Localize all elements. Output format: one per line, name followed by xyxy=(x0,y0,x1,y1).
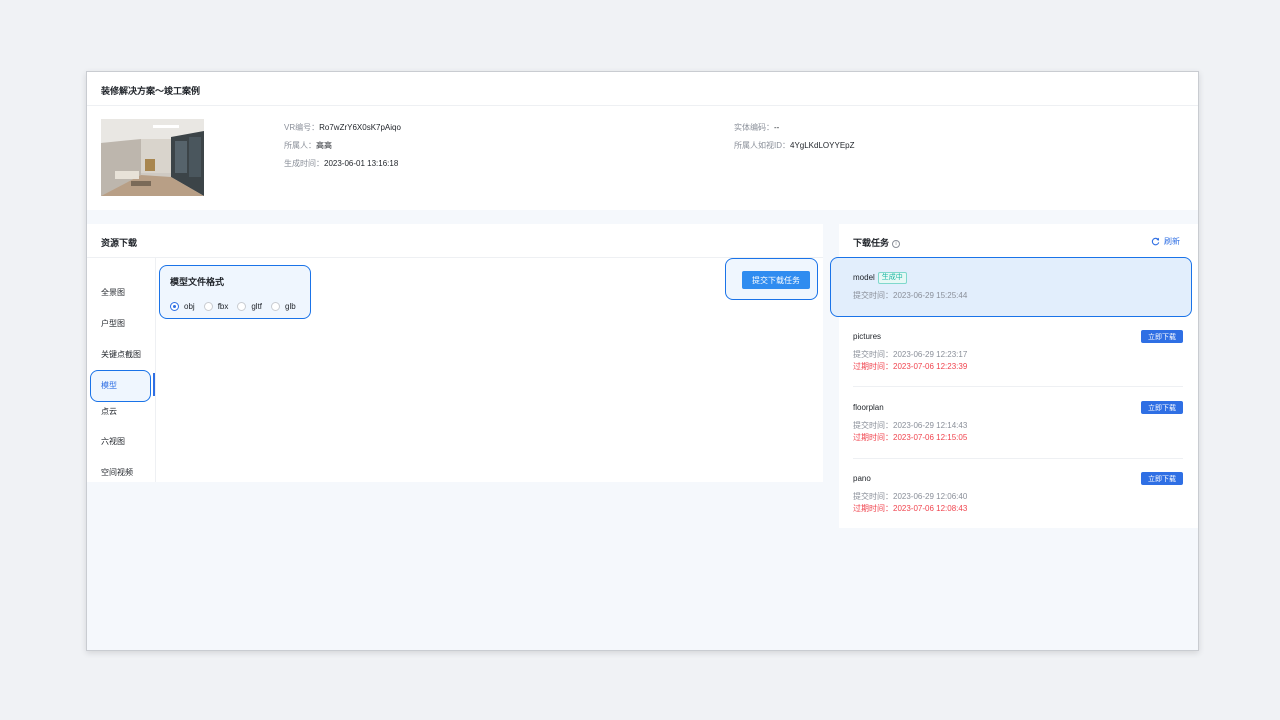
resource-download-title: 资源下载 xyxy=(101,238,138,248)
entity-code-value: -- xyxy=(774,123,780,132)
download-now-button[interactable]: 立即下载 xyxy=(1141,472,1183,485)
app-window: 装修解决方案～竣工案例 VR编号：Ro7wZrY6X0sK7pAiqo 所属人：… xyxy=(86,71,1199,651)
submit-time-label: 提交时间： xyxy=(853,350,893,359)
submit-time-value: 2023-06-29 12:14:43 xyxy=(893,421,968,430)
owner-rushi-id-row: 所属人如视ID：4YgLKdLOYYEpZ xyxy=(734,140,854,151)
task-name-text: model xyxy=(853,273,875,282)
download-tasks-panel: 下载任务 i 刷新 model 生成中 提交时间：2023-06-29 15:25:… xyxy=(830,224,1198,528)
created-value: 2023-06-01 13:16:18 xyxy=(324,159,399,168)
task-item-pano: pano 立即下载 提交时间：2023-06-29 12:06:40 过期时间：… xyxy=(839,466,1198,528)
divider xyxy=(87,257,823,258)
submit-time-value: 2023-06-29 15:25:44 xyxy=(893,291,968,300)
created-label: 生成时间： xyxy=(284,159,324,168)
radio-gltf-label: gltf xyxy=(251,301,263,311)
task-submit-time: 提交时间：2023-06-29 12:06:40 xyxy=(853,491,967,502)
room-photo-icon xyxy=(101,119,204,196)
radio-fbx[interactable]: fbx xyxy=(203,301,229,311)
expire-time-label: 过期时间： xyxy=(853,433,893,442)
task-submit-time: 提交时间：2023-06-29 12:14:43 xyxy=(853,420,967,431)
radio-checked-icon xyxy=(170,301,179,311)
expire-time-value: 2023-07-06 12:08:43 xyxy=(893,504,968,513)
download-tasks-title: 下载任务 i xyxy=(853,236,901,249)
task-name: pictures xyxy=(853,332,882,341)
resource-download-panel: 资源下载 全景图 户型图 关键点截图 模型 点云 六视图 空间视频 模型文件格式… xyxy=(87,224,823,482)
task-name: pano xyxy=(853,474,871,483)
task-divider xyxy=(853,386,1183,387)
nav-divider xyxy=(155,258,156,482)
vr-id-label: VR编号： xyxy=(284,123,320,132)
entity-code-row: 实体编码：-- xyxy=(734,122,779,133)
radio-obj-label: obj xyxy=(184,301,195,311)
radio-unchecked-icon xyxy=(271,301,281,311)
task-expire-time: 过期时间：2023-07-06 12:23:39 xyxy=(853,361,967,372)
submit-time-value: 2023-06-29 12:06:40 xyxy=(893,492,968,501)
task-item-pictures: pictures 立即下载 提交时间：2023-06-29 12:23:17 过… xyxy=(839,324,1198,394)
nav-item-keypoint-screenshot[interactable]: 关键点截图 xyxy=(101,349,141,360)
nav-item-model[interactable]: 模型 xyxy=(101,380,117,391)
download-now-button[interactable]: 立即下载 xyxy=(1141,330,1183,343)
owner-rushi-id-value: 4YgLKdLOYYEpZ xyxy=(790,141,855,150)
divider xyxy=(87,105,1198,106)
nav-item-space-video[interactable]: 空间视频 xyxy=(101,467,133,478)
nav-item-six-views[interactable]: 六视图 xyxy=(101,436,125,447)
submit-time-label: 提交时间： xyxy=(853,421,893,430)
model-format-radio-group: obj fbx gltf glb xyxy=(170,300,305,312)
submit-time-value: 2023-06-29 12:23:17 xyxy=(893,350,968,359)
radio-glb-label: glb xyxy=(285,301,296,311)
project-thumbnail[interactable] xyxy=(101,119,204,196)
refresh-icon xyxy=(1151,237,1160,246)
nav-item-point-cloud[interactable]: 点云 xyxy=(101,406,117,417)
radio-obj[interactable]: obj xyxy=(170,301,195,311)
radio-fbx-label: fbx xyxy=(217,301,229,311)
nav-item-panorama[interactable]: 全景图 xyxy=(101,287,125,298)
task-submit-time: 提交时间：2023-06-29 12:23:17 xyxy=(853,349,967,360)
download-now-button[interactable]: 立即下载 xyxy=(1141,401,1183,414)
active-nav-indicator xyxy=(153,373,155,396)
task-submit-time: 提交时间：2023-06-29 15:25:44 xyxy=(853,290,967,301)
refresh-button[interactable]: 刷新 xyxy=(1151,236,1180,247)
radio-unchecked-icon xyxy=(203,301,213,311)
task-item-model: model 生成中 提交时间：2023-06-29 15:25:44 xyxy=(839,257,1198,317)
owner-value: 高高 xyxy=(316,141,332,150)
vr-id-row: VR编号：Ro7wZrY6X0sK7pAiqo xyxy=(284,122,401,133)
task-divider xyxy=(853,458,1183,459)
info-icon[interactable]: i xyxy=(892,240,901,248)
task-expire-time: 过期时间：2023-07-06 12:15:05 xyxy=(853,432,967,443)
model-format-title: 模型文件格式 xyxy=(170,277,225,287)
page-title: 装修解决方案～竣工案例 xyxy=(101,86,201,96)
expire-time-label: 过期时间： xyxy=(853,362,893,371)
nav-item-floorplan[interactable]: 户型图 xyxy=(101,318,125,329)
radio-gltf[interactable]: gltf xyxy=(237,301,263,311)
task-item-floorplan: floorplan 立即下载 提交时间：2023-06-29 12:14:43 … xyxy=(839,395,1198,465)
submit-download-task-button[interactable]: 提交下载任务 xyxy=(742,271,810,289)
submit-time-label: 提交时间： xyxy=(853,291,893,300)
created-row: 生成时间：2023-06-01 13:16:18 xyxy=(284,158,398,169)
status-badge: 生成中 xyxy=(877,272,907,284)
expire-time-label: 过期时间： xyxy=(853,504,893,513)
task-name: floorplan xyxy=(853,403,884,412)
owner-row: 所属人：高高 xyxy=(284,140,332,151)
owner-label: 所属人： xyxy=(284,141,316,150)
radio-glb[interactable]: glb xyxy=(271,301,296,311)
submit-time-label: 提交时间： xyxy=(853,492,893,501)
resource-type-nav: 全景图 户型图 关键点截图 模型 点云 六视图 空间视频 xyxy=(87,258,155,482)
project-header: 装修解决方案～竣工案例 VR编号：Ro7wZrY6X0sK7pAiqo 所属人：… xyxy=(87,72,1198,210)
radio-unchecked-icon xyxy=(237,301,247,311)
vr-id-value: Ro7wZrY6X0sK7pAiqo xyxy=(319,123,401,132)
task-name: model 生成中 xyxy=(853,272,907,284)
refresh-label: 刷新 xyxy=(1164,237,1180,246)
expire-time-value: 2023-07-06 12:23:39 xyxy=(893,362,968,371)
entity-code-label: 实体编码： xyxy=(734,123,774,132)
expire-time-value: 2023-07-06 12:15:05 xyxy=(893,433,968,442)
task-expire-time: 过期时间：2023-07-06 12:08:43 xyxy=(853,503,967,514)
owner-rushi-id-label: 所属人如视ID： xyxy=(734,141,790,150)
download-tasks-title-text: 下载任务 xyxy=(853,238,890,248)
